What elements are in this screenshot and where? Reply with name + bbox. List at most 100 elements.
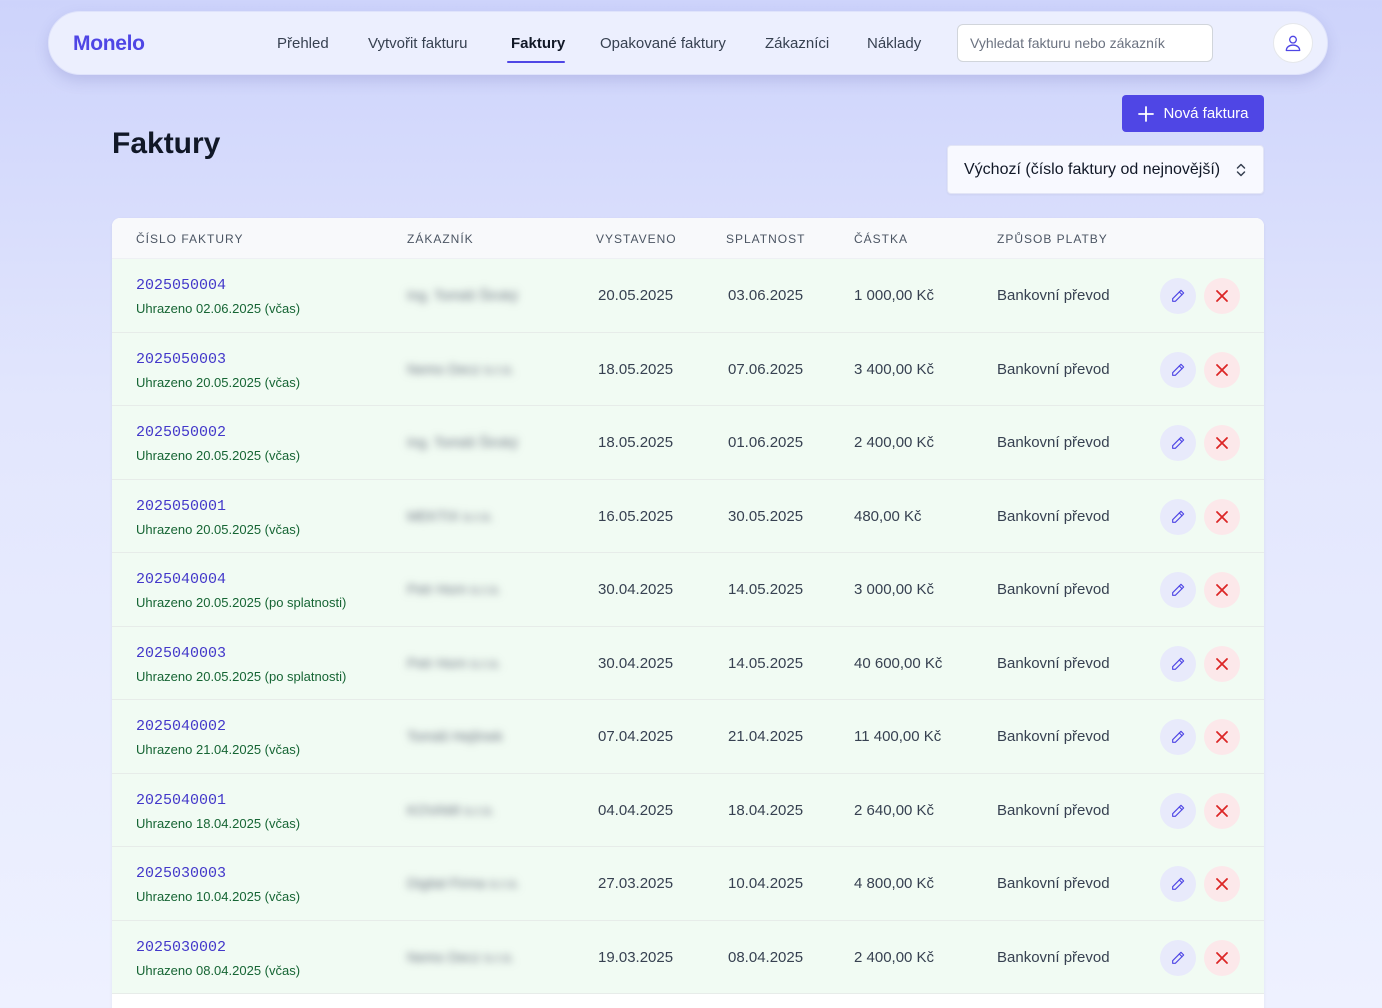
nav-item-faktury[interactable]: Faktury	[511, 35, 565, 52]
customer-name[interactable]: Ing. Tomáš Široký	[407, 287, 518, 303]
delete-button[interactable]	[1204, 645, 1240, 682]
active-nav-indicator	[507, 61, 565, 63]
invoice-number-link[interactable]: 2025040002	[136, 718, 226, 735]
new-invoice-button[interactable]: Nová faktura	[1122, 95, 1264, 132]
invoice-number-link[interactable]: 2025040004	[136, 571, 226, 588]
pencil-icon	[1170, 288, 1186, 304]
delete-button[interactable]	[1204, 498, 1240, 535]
payment-method: Bankovní převod	[997, 581, 1110, 598]
edit-button[interactable]	[1160, 498, 1196, 535]
edit-button[interactable]	[1160, 425, 1196, 461]
edit-button[interactable]	[1160, 719, 1196, 755]
payment-status: Uhrazeno 10.04.2025 (včas)	[136, 889, 301, 904]
user-menu-button[interactable]	[1273, 23, 1313, 63]
payment-status: Uhrazeno 18.04.2025 (včas)	[136, 815, 301, 831]
payment-method: Bankovní převod	[997, 360, 1110, 378]
delete-button[interactable]	[1204, 425, 1240, 461]
issued-date: 04.04.2025	[598, 801, 674, 819]
customer-name[interactable]: Petr Horn s.r.o.	[407, 655, 501, 671]
nav-item-naklady[interactable]: Náklady	[867, 35, 921, 52]
close-icon	[1215, 877, 1229, 891]
close-icon	[1215, 730, 1229, 744]
delete-button[interactable]	[1204, 278, 1240, 314]
column-header-invoice-number[interactable]: Číslo faktury	[136, 232, 243, 246]
due-date: 18.04.2025	[728, 801, 804, 819]
invoice-amount: 2 400,00 Kč	[854, 434, 935, 451]
payment-method: Bankovní převod	[997, 801, 1110, 819]
delete-button[interactable]	[1204, 351, 1240, 388]
close-icon	[1215, 436, 1229, 450]
table-row: 2025040003 Uhrazeno 20.05.2025 (po splatn…	[112, 626, 1264, 700]
sort-select[interactable]: Výchozí (číslo faktury od nejnovější)	[947, 145, 1264, 194]
payment-method: Bankovní převod	[997, 948, 1110, 966]
column-header-payment-method[interactable]: Způsob platby	[997, 232, 1108, 246]
customer-name[interactable]: KOVAMI s.r.o.	[407, 802, 495, 818]
issued-date: 18.05.2025	[598, 434, 674, 451]
payment-method: Bankovní převod	[997, 728, 1110, 745]
invoice-number-link[interactable]: 2025040003	[136, 645, 226, 662]
customer-name[interactable]: Digital Firma s.r.o.	[407, 875, 520, 891]
table-row: 2025030003 Uhrazeno 10.04.2025 (včas) Digi…	[112, 847, 1264, 921]
invoice-number-link[interactable]: 2025040001	[136, 792, 226, 809]
nav-item-vytvorit-fakturu[interactable]: Vytvořit fakturu	[368, 35, 467, 52]
invoice-number-link[interactable]: 2025050004	[136, 277, 226, 294]
close-icon	[1215, 657, 1229, 671]
payment-status: Uhrazeno 08.04.2025 (včas)	[136, 962, 301, 978]
search-input[interactable]	[957, 24, 1213, 62]
invoice-number-link[interactable]: 2025050001	[136, 498, 226, 515]
customer-name[interactable]: Nemo Decz s.r.o.	[407, 361, 514, 377]
edit-button[interactable]	[1160, 939, 1196, 976]
payment-status: Uhrazeno 20.05.2025 (po splatnosti)	[136, 668, 347, 684]
table-row: 2025040002 Uhrazeno 21.04.2025 (včas) Tomá…	[112, 700, 1264, 774]
payment-status: Uhrazeno 20.05.2025 (včas)	[136, 521, 301, 537]
issued-date: 27.03.2025	[598, 875, 674, 892]
customer-name[interactable]: Tomáš Hejlínek	[407, 728, 503, 744]
due-date: 01.06.2025	[728, 434, 804, 451]
nav-item-prehled[interactable]: Přehled	[277, 35, 329, 52]
invoice-amount: 2 640,00 Kč	[854, 801, 935, 819]
table-row: 2025050004 Uhrazeno 02.06.2025 (včas) Ing.…	[112, 259, 1264, 333]
delete-button[interactable]	[1204, 792, 1240, 829]
customer-name[interactable]: Petr Horn s.r.o.	[407, 581, 501, 597]
edit-button[interactable]	[1160, 866, 1196, 902]
invoice-number-link[interactable]: 2025050002	[136, 424, 226, 441]
pencil-icon	[1170, 509, 1186, 525]
new-invoice-label: Nová faktura	[1163, 105, 1249, 122]
invoice-number-link[interactable]: 2025050003	[136, 351, 226, 368]
invoice-number-link[interactable]: 2025030003	[136, 865, 226, 882]
sort-select-value: Výchozí (číslo faktury od nejnovější)	[964, 160, 1221, 178]
table-row: 2025030002 Uhrazeno 08.04.2025 (včas) Nemo…	[112, 920, 1264, 994]
customer-name[interactable]: Nemo Decz s.r.o.	[407, 949, 514, 965]
delete-button[interactable]	[1204, 719, 1240, 755]
brand-logo[interactable]: Monelo	[73, 32, 145, 56]
column-header-due[interactable]: Splatnost	[726, 232, 805, 246]
nav-item-zakaznici[interactable]: Zákazníci	[765, 35, 829, 52]
delete-button[interactable]	[1204, 939, 1240, 976]
pencil-icon	[1170, 582, 1186, 598]
table-header: Číslo faktury Zákazník Vystaveno Splatno…	[112, 218, 1264, 259]
edit-button[interactable]	[1160, 572, 1196, 608]
edit-button[interactable]	[1160, 792, 1196, 829]
payment-status: Uhrazeno 20.05.2025 (včas)	[136, 374, 301, 390]
pencil-icon	[1170, 656, 1186, 672]
edit-button[interactable]	[1160, 351, 1196, 388]
nav-item-opakovane-faktury[interactable]: Opakované faktury	[600, 35, 726, 52]
customer-name[interactable]: Ing. Tomáš Široký	[407, 434, 518, 450]
edit-button[interactable]	[1160, 278, 1196, 314]
column-header-customer[interactable]: Zákazník	[407, 232, 474, 246]
close-icon	[1215, 804, 1229, 818]
pencil-icon	[1170, 362, 1186, 378]
customer-name[interactable]: MEKTIX s.r.o.	[407, 508, 493, 524]
close-icon	[1215, 363, 1229, 377]
close-icon	[1215, 951, 1229, 965]
payment-status: Uhrazeno 02.06.2025 (včas)	[136, 301, 301, 316]
invoice-number-link[interactable]: 2025030002	[136, 939, 226, 956]
column-header-issued[interactable]: Vystaveno	[596, 232, 677, 246]
chevron-up-down-icon	[1233, 161, 1249, 184]
edit-button[interactable]	[1160, 645, 1196, 682]
delete-button[interactable]	[1204, 866, 1240, 902]
column-header-amount[interactable]: Částka	[854, 232, 908, 246]
pencil-icon	[1170, 950, 1186, 966]
delete-button[interactable]	[1204, 572, 1240, 608]
issued-date: 30.04.2025	[598, 581, 674, 598]
